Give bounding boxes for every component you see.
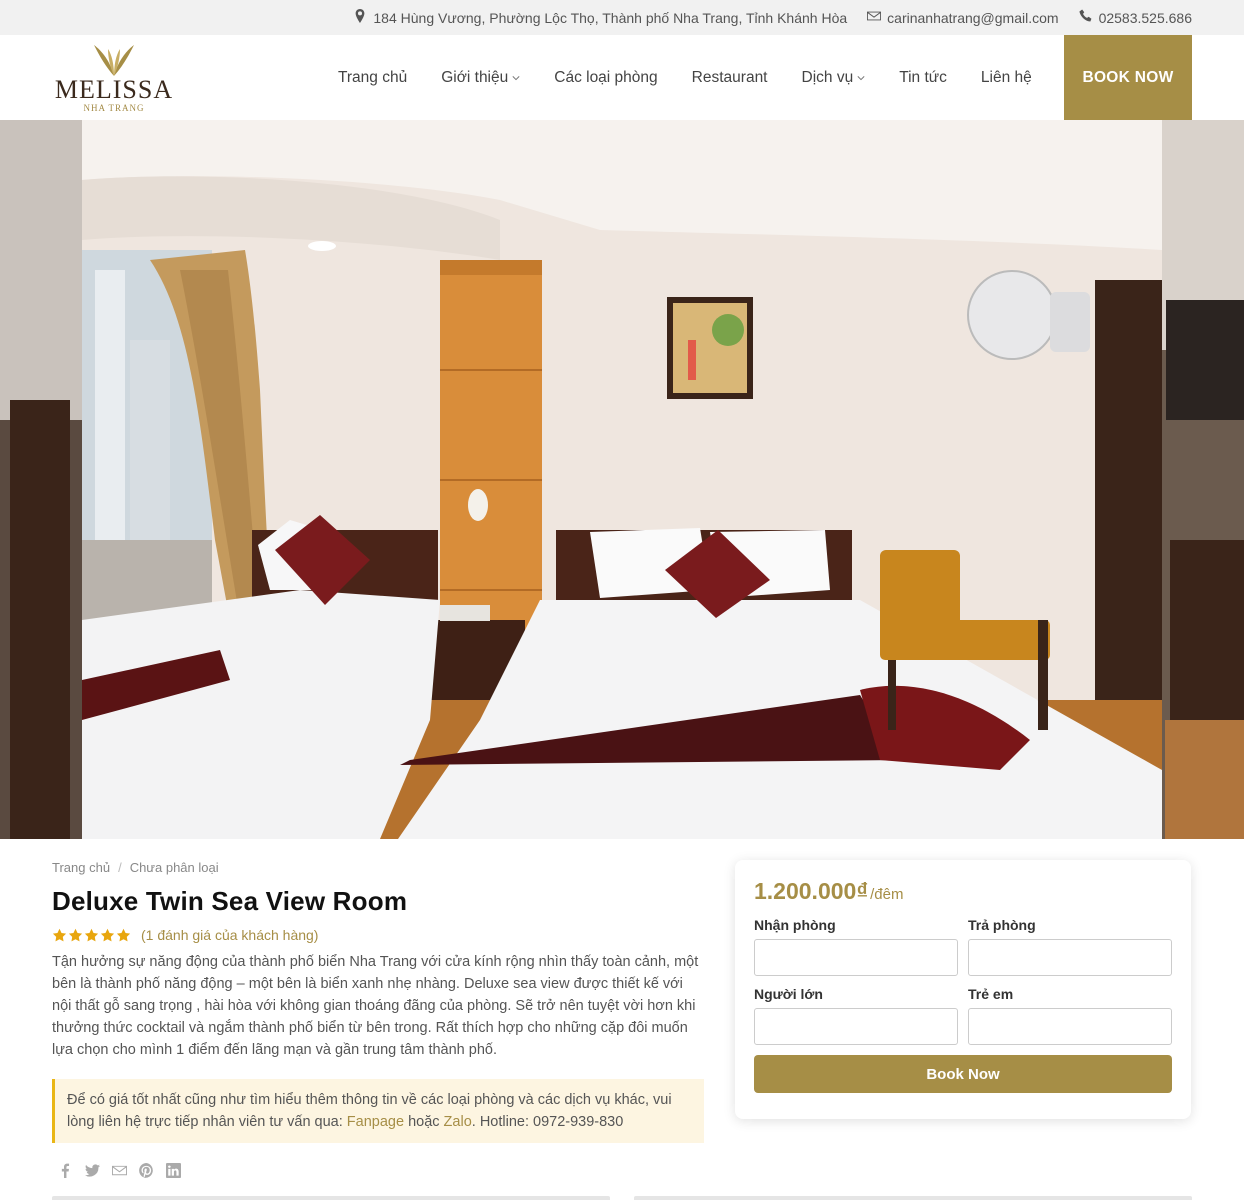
phone-icon: [1079, 9, 1093, 26]
booking-form: Nhận phòng Trả phòng Người lớn Trẻ em: [754, 917, 1172, 1055]
nav-label: Restaurant: [691, 68, 768, 86]
nav-item-rooms[interactable]: Các loại phòng: [537, 69, 674, 87]
email-icon[interactable]: [112, 1163, 127, 1178]
price-amount: 1.200.000₫: [754, 878, 869, 904]
bottom-sections: [52, 1196, 1192, 1200]
children-field[interactable]: [968, 1008, 1172, 1045]
facebook-icon[interactable]: [58, 1163, 73, 1178]
checkout-group: Trả phòng: [968, 917, 1172, 986]
nav-label: Liên hệ: [980, 68, 1032, 86]
checkin-field[interactable]: [754, 939, 958, 976]
star-icon: [84, 928, 99, 941]
children-group: Trẻ em: [968, 986, 1172, 1055]
rating-stars: [52, 928, 131, 943]
phone-info[interactable]: 02583.525.686: [1079, 9, 1192, 26]
nav-item-contact[interactable]: Liên hệ: [964, 69, 1049, 87]
booking-card: 1.200.000₫ /đêm Nhận phòng Trả phòng Ngư…: [735, 860, 1191, 1119]
nav-label: Tin tức: [899, 68, 947, 86]
room-photo: [0, 120, 1244, 839]
nav-label: Trang chủ: [338, 68, 408, 86]
nav-item-services[interactable]: Dịch vụ: [785, 69, 883, 87]
chevron-down-icon: [857, 75, 865, 80]
top-bar: 184 Hùng Vương, Phường Lộc Thọ, Thành ph…: [0, 0, 1244, 35]
star-icon: [52, 928, 67, 941]
book-now-header-button[interactable]: BOOK NOW: [1064, 35, 1192, 120]
room-description: Tận hưởng sự năng động của thành phố biể…: [52, 954, 699, 1058]
book-now-button[interactable]: Book Now: [754, 1055, 1172, 1093]
nav-item-news[interactable]: Tin tức: [882, 69, 964, 87]
checkout-field[interactable]: [968, 939, 1172, 976]
star-icon: [116, 928, 131, 941]
email-link[interactable]: carinanhatrang@gmail.com: [887, 10, 1058, 26]
review-count-link[interactable]: (1 đánh giá của khách hàng): [141, 927, 318, 943]
fanpage-link[interactable]: Fanpage: [347, 1114, 404, 1130]
nav-item-home[interactable]: Trang chủ: [321, 69, 424, 87]
email-info[interactable]: carinanhatrang@gmail.com: [867, 9, 1059, 26]
main-header: MELISSA NHA TRANG Trang chủ Giới thiệu C…: [0, 35, 1244, 120]
nav-item-about[interactable]: Giới thiệu: [424, 69, 537, 87]
room-price: 1.200.000₫ /đêm: [754, 878, 1172, 905]
room-rating: (1 đánh giá của khách hàng): [52, 927, 704, 943]
star-icon: [100, 928, 115, 941]
nav-item-restaurant[interactable]: Restaurant: [675, 69, 785, 87]
checkin-group: Nhận phòng: [754, 917, 958, 986]
logo-brand: MELISSA: [54, 74, 174, 104]
adults-group: Người lớn: [754, 986, 958, 1055]
logo-leaf-icon: [94, 44, 134, 76]
breadcrumb: Trang chủ / Chưa phân loại: [52, 860, 704, 875]
chevron-down-icon: [512, 75, 520, 80]
breadcrumb-home[interactable]: Trang chủ: [52, 860, 110, 875]
address-text: 184 Hùng Vương, Phường Lộc Thọ, Thành ph…: [373, 9, 848, 26]
adults-label: Người lớn: [754, 986, 823, 1002]
section-divider-left: [52, 1196, 610, 1200]
nav-label: Các loại phòng: [554, 68, 658, 86]
notice-hotline: . Hotline: 0972-939-830: [471, 1114, 624, 1130]
section-divider-right: [634, 1196, 1192, 1200]
notice-text-middle: hoặc: [404, 1114, 444, 1130]
room-photo-slider[interactable]: [0, 120, 1244, 839]
twitter-icon[interactable]: [85, 1163, 100, 1178]
price-unit: /đêm: [870, 886, 904, 903]
checkout-label: Trả phòng: [968, 917, 1036, 933]
map-pin-icon: [353, 9, 367, 26]
zalo-link[interactable]: Zalo: [444, 1114, 472, 1130]
share-icons: [58, 1163, 704, 1178]
breadcrumb-category[interactable]: Chưa phân loại: [130, 860, 219, 875]
star-icon: [68, 928, 83, 941]
contact-notice: Để có giá tốt nhất cũng như tìm hiểu thê…: [52, 1079, 704, 1143]
address-info: 184 Hùng Vương, Phường Lộc Thọ, Thành ph…: [353, 9, 847, 26]
children-label: Trẻ em: [968, 986, 1014, 1002]
logo-subtitle: NHA TRANG: [83, 102, 145, 113]
checkin-label: Nhận phòng: [754, 917, 836, 933]
pinterest-icon[interactable]: [139, 1163, 154, 1178]
nav-label: Dịch vụ: [801, 68, 854, 86]
site-logo[interactable]: MELISSA NHA TRANG: [52, 42, 176, 114]
phone-link[interactable]: 02583.525.686: [1099, 10, 1192, 26]
room-title: Deluxe Twin Sea View Room: [52, 886, 408, 916]
nav-label: Giới thiệu: [441, 68, 509, 86]
room-details: Trang chủ / Chưa phân loại Deluxe Twin S…: [52, 860, 704, 1178]
main-nav: Trang chủ Giới thiệu Các loại phòng Rest…: [321, 69, 1049, 87]
linkedin-icon[interactable]: [166, 1163, 181, 1178]
envelope-icon: [867, 9, 882, 26]
breadcrumb-separator: /: [118, 860, 122, 875]
adults-field[interactable]: [754, 1008, 958, 1045]
